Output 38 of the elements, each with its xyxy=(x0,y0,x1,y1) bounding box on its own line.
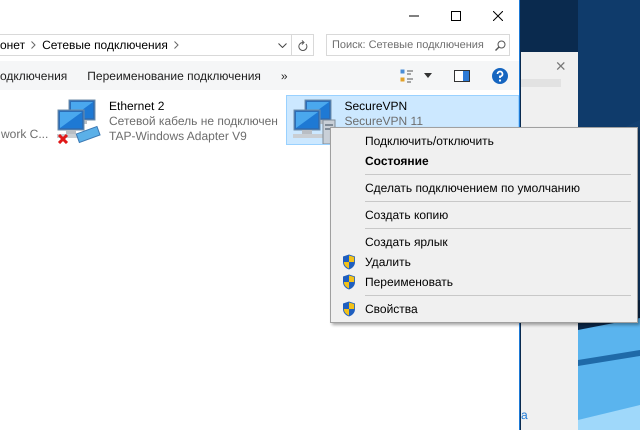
maximize-icon[interactable] xyxy=(451,11,461,21)
command-button[interactable]: Переименование подключения xyxy=(77,61,271,90)
menu-item[interactable]: Удалить xyxy=(333,252,635,272)
chevron-down-icon[interactable] xyxy=(278,42,287,48)
close-icon[interactable] xyxy=(493,11,503,21)
menu-item[interactable]: Создать копию xyxy=(333,205,635,225)
command-button[interactable]: одключения xyxy=(0,61,78,90)
close-icon[interactable]: × xyxy=(555,56,566,77)
shield-icon xyxy=(342,301,356,317)
search-field[interactable]: Поиск: Сетевые подключения xyxy=(326,34,510,56)
network-unplugged-icon xyxy=(55,98,103,144)
menu-item[interactable]: Переименовать xyxy=(333,272,635,292)
connection-detail: TAP-Windows Adapter V9 xyxy=(109,129,248,144)
connection-detail: Сетевой кабель не подключен xyxy=(109,114,278,129)
connection-name: Ethernet 2 xyxy=(109,99,166,114)
more-commands-button[interactable]: » xyxy=(270,61,298,90)
breadcrumb[interactable]: Сетевые подключения xyxy=(42,38,168,52)
shield-icon xyxy=(342,274,356,290)
menu-item[interactable]: Создать ярлык xyxy=(333,232,635,252)
connection-name: SecureVPN xyxy=(344,99,408,114)
shield-icon xyxy=(342,254,356,270)
refresh-icon[interactable] xyxy=(298,40,308,50)
breadcrumb[interactable]: онет xyxy=(0,38,26,52)
menu-item[interactable]: Состояние xyxy=(333,151,635,171)
connection-item[interactable]: work C... xyxy=(0,95,50,145)
connection-detail: SecureVPN 11 xyxy=(344,114,423,129)
chevron-right-icon[interactable] xyxy=(174,41,179,49)
address-bar[interactable]: онет Сетевые подключения xyxy=(0,34,292,56)
network-server-icon xyxy=(290,98,338,144)
link-fragment[interactable]: а xyxy=(521,408,528,422)
search-icon[interactable] xyxy=(495,40,506,50)
menu-item[interactable]: Свойства xyxy=(333,299,635,319)
text-placeholder-bar xyxy=(521,79,561,87)
connection-item[interactable]: Ethernet 2 Сетевой кабель не подключен TAP-Windows Adapter V9 xyxy=(50,95,286,145)
connection-detail: work C... xyxy=(1,127,48,142)
menu-item[interactable]: Сделать подключением по умолчанию xyxy=(333,178,635,198)
refresh-button[interactable] xyxy=(292,34,314,56)
chevron-right-icon[interactable] xyxy=(31,41,36,49)
